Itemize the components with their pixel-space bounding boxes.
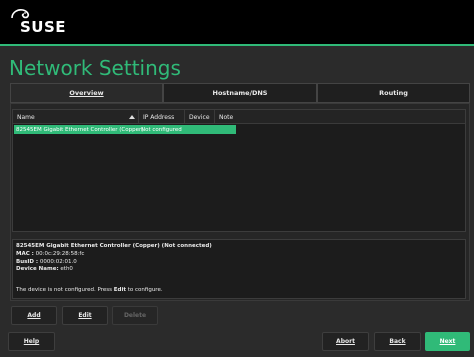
mac-line: MAC : 00:0c:29:28:58:fc	[16, 251, 462, 259]
next-button[interactable]: Next	[425, 332, 470, 351]
status-prefix: The device is not configured. Press	[16, 287, 114, 294]
sort-ascending-icon	[129, 115, 135, 119]
row-name: 82545EM Gigabit Ethernet Controller (Cop…	[16, 126, 144, 133]
button-label: Help	[23, 338, 40, 345]
busid-label: BusID :	[16, 258, 39, 265]
table-row[interactable]: 82545EM Gigabit Ethernet Controller (Cop…	[14, 125, 236, 134]
edit-button[interactable]: Edit	[62, 306, 108, 325]
device-value: eth0	[60, 266, 73, 273]
column-label: Name	[17, 113, 35, 121]
column-label: IP Address	[143, 113, 175, 121]
tab-label: Overview	[69, 89, 104, 97]
busid-line: BusID : 0000:02:01.0	[16, 259, 462, 267]
button-label: Next	[439, 338, 456, 345]
tab-label: Hostname/DNS	[212, 89, 268, 97]
abort-button[interactable]: Abort	[322, 332, 369, 351]
tab-overview[interactable]: Overview	[10, 83, 163, 103]
column-header-note[interactable]: Note	[215, 110, 239, 124]
tab-bar: Overview Hostname/DNS Routing	[10, 83, 470, 103]
busid-value: 0000:02:01.0	[39, 258, 77, 265]
mac-value: 00:0c:29:28:58:fc	[35, 250, 85, 257]
column-header-name[interactable]: Name	[13, 110, 139, 124]
button-label: Abort	[336, 338, 355, 345]
button-label: Back	[389, 338, 406, 345]
add-button[interactable]: Add	[11, 306, 57, 325]
mac-label: MAC :	[16, 250, 34, 257]
tab-routing[interactable]: Routing	[317, 83, 470, 103]
logo-text: SUSE	[20, 18, 67, 36]
top-bar: SUSE	[0, 0, 474, 44]
status-suffix: to configure.	[125, 287, 163, 294]
back-button[interactable]: Back	[374, 332, 421, 351]
column-label: Note	[219, 113, 234, 121]
button-label: Delete	[123, 312, 147, 319]
tab-hostname-dns[interactable]: Hostname/DNS	[163, 83, 317, 103]
device-details: 82545EM Gigabit Ethernet Controller (Cop…	[12, 239, 466, 299]
help-button[interactable]: Help	[8, 332, 55, 351]
suse-logo: SUSE	[10, 8, 66, 38]
tab-label: Routing	[379, 89, 408, 97]
page-title: Network Settings	[9, 56, 181, 80]
status-keyword: Edit	[113, 287, 126, 294]
status-line: The device is not configured. Press Edit…	[16, 287, 462, 295]
column-header-device[interactable]: Device	[185, 110, 215, 124]
device-label: Device Name:	[16, 266, 59, 273]
column-label: Device	[189, 113, 210, 121]
network-cards-table[interactable]: Name IP Address Device Note 82545EM Giga…	[12, 109, 466, 232]
accent-line	[0, 44, 474, 46]
column-header-ip[interactable]: IP Address	[139, 110, 185, 124]
button-label: Edit	[78, 312, 92, 319]
table-header: Name IP Address Device Note	[13, 110, 465, 124]
device-line: Device Name: eth0	[16, 266, 462, 274]
delete-button[interactable]: Delete	[112, 306, 158, 325]
button-label: Add	[27, 312, 41, 319]
details-heading: 82545EM Gigabit Ethernet Controller (Cop…	[16, 243, 212, 249]
row-ip: Not configured	[141, 126, 182, 133]
